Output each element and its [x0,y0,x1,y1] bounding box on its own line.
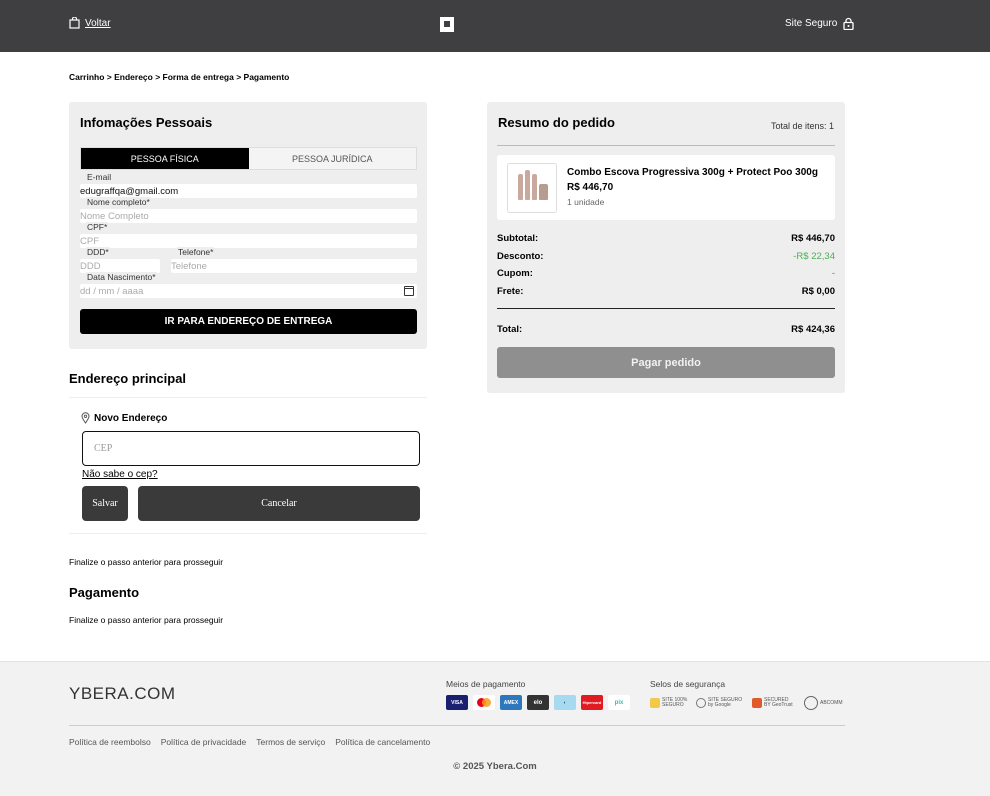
payment-methods: VISA AMEX elo ◐ Hipercard pix [446,695,630,710]
phone-input[interactable] [171,259,417,273]
full-name-field: Nome completo* [80,197,417,223]
refund-policy-link[interactable]: Política de reembolso [69,737,151,747]
product-quantity: 1 unidade [567,197,605,207]
copyright: © 2025 Ybera.Com [453,761,537,772]
footer-links: Política de reembolso Política de privac… [69,737,430,747]
discount-row: Desconto: -R$ 22,34 [497,251,835,262]
new-address-heading: Novo Endereço [81,412,167,424]
shipping-label: Frete: [497,286,524,297]
header-bar: Voltar Site Seguro [0,0,990,52]
total-row: Total: R$ 424,36 [497,324,835,335]
email-input[interactable] [80,184,417,198]
coupon-label: Cupom: [497,268,533,279]
breadcrumb: Carrinho > Endereço > Forma de entrega >… [69,72,290,82]
back-label: Voltar [85,17,111,29]
security-seals: SITE 100% SEGURO SITE SEGURO by Google S… [650,695,843,710]
total-label: Total: [497,324,523,335]
order-summary-title: Resumo do pedido [498,115,615,130]
save-button[interactable]: Salvar [82,486,128,521]
phone-label: Telefone* [177,247,215,257]
cancellation-policy-link[interactable]: Política de cancelamento [335,737,430,747]
product-name: Combo Escova Progressiva 300g + Protect … [567,167,818,178]
total-value: R$ 424,36 [791,324,835,335]
subtotal-label: Subtotal: [497,233,539,244]
secure-label: Site Seguro [785,18,838,29]
product-image[interactable] [507,163,557,213]
security-title: Selos de segurança [650,679,726,689]
go-to-address-button[interactable]: IR PARA ENDEREÇO DE ENTREGA [80,309,417,334]
abcomm-seal-icon: ABCOMM [804,695,843,710]
summary-divider [497,145,835,146]
discount-label: Desconto: [497,251,544,262]
back-link[interactable]: Voltar [69,17,111,29]
site-seguro-seal-icon: SITE 100% SEGURO [650,695,688,710]
full-name-input[interactable] [80,209,417,223]
cart-product-item: Combo Escova Progressiva 300g + Protect … [497,155,835,220]
secure-site-badge: Site Seguro [785,17,854,30]
ddd-field: DDD* [80,247,160,273]
product-price: R$ 446,70 [567,182,614,193]
shipping-value: R$ 0,00 [801,286,835,297]
cep-input[interactable] [83,432,419,465]
coupon-row: Cupom: - [497,268,835,279]
new-address-label: Novo Endereço [94,412,168,424]
personal-info-card: Infomações Pessoais PESSOA FÍSICA PESSOA… [69,102,427,349]
cpf-field: CPF* [80,222,417,248]
pay-order-button[interactable]: Pagar pedido [497,347,835,378]
subtotal-row: Subtotal: R$ 446,70 [497,233,835,244]
amex-icon: AMEX [500,695,522,710]
personal-info-title: Infomações Pessoais [80,115,213,130]
birth-date-field: Data Nascimento* [80,272,417,298]
mastercard-icon [473,695,495,710]
elo-icon: elo [527,695,549,710]
bag-icon [69,17,80,29]
tab-pessoa-juridica[interactable]: PESSOA JURÍDICA [249,148,417,169]
birth-date-label: Data Nascimento* [86,272,157,282]
footer: YBERA.COM Meios de pagamento VISA AMEX e… [0,661,990,796]
footer-divider [69,725,845,726]
full-name-label: Nome completo* [86,197,151,207]
cpf-label: CPF* [86,222,109,232]
total-items-count: Total de itens: 1 [770,121,834,131]
pix-icon: pix [608,695,630,710]
diners-icon: ◐ [554,695,576,710]
order-summary-card: Resumo do pedido Total de itens: 1 Combo… [487,102,845,393]
address-title: Endereço principal [69,371,187,386]
step-note-address: Finalize o passo anterior para prossegui… [69,557,224,567]
logo-icon[interactable] [440,17,454,32]
location-pin-icon [81,412,90,424]
total-divider [497,308,835,309]
step-note-payment: Finalize o passo anterior para prossegui… [69,615,224,625]
dont-know-cep-link[interactable]: Não sabe o cep? [82,469,158,480]
subtotal-value: R$ 446,70 [791,233,835,244]
payment-title: Pagamento [69,585,140,600]
terms-of-service-link[interactable]: Termos de serviço [256,737,325,747]
tab-pessoa-fisica[interactable]: PESSOA FÍSICA [81,148,249,169]
coupon-value: - [831,268,835,279]
geotrust-seal-icon: SECURED BY GeoTrust [752,695,796,710]
google-safe-seal-icon: SITE SEGURO by Google [696,695,744,710]
shipping-row: Frete: R$ 0,00 [497,286,835,297]
ddd-input[interactable] [80,259,160,273]
cep-field [82,431,420,466]
cancel-button[interactable]: Cancelar [138,486,420,521]
phone-field: Telefone* [171,247,417,273]
discount-value: -R$ 22,34 [793,251,835,262]
payments-title: Meios de pagamento [446,679,526,689]
lock-icon [843,17,854,30]
birth-date-input[interactable] [80,284,417,298]
cpf-input[interactable] [80,234,417,248]
ddd-label: DDD* [86,247,110,257]
calendar-icon[interactable] [404,286,414,296]
hipercard-icon: Hipercard [581,695,603,710]
email-label: E-mail [86,172,113,182]
privacy-policy-link[interactable]: Política de privacidade [161,737,247,747]
visa-icon: VISA [446,695,468,710]
person-type-tabs: PESSOA FÍSICA PESSOA JURÍDICA [80,147,417,170]
email-field: E-mail [80,172,417,198]
address-form: Novo Endereço Não sabe o cep? Salvar Can… [69,397,427,534]
footer-brand-logo[interactable]: YBERA.COM [69,684,176,704]
